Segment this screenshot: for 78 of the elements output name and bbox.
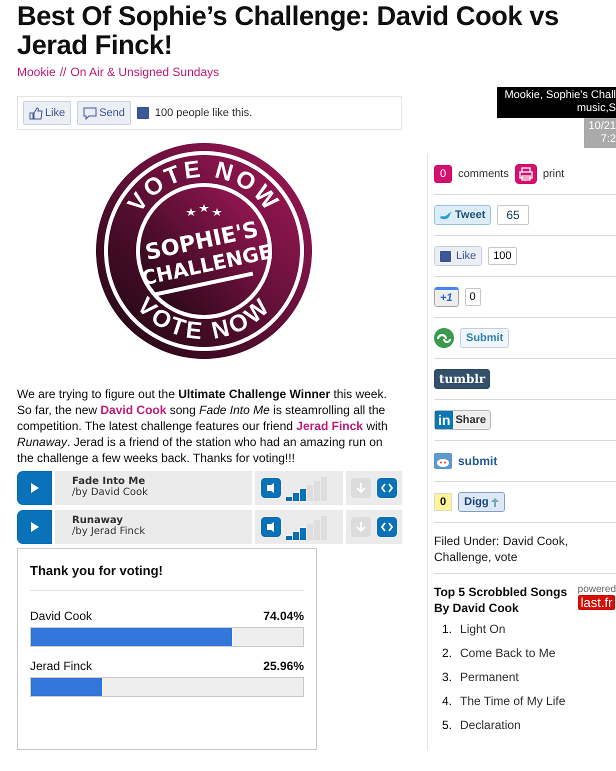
facebook-icon <box>136 107 149 119</box>
poll-heading: Thank you for voting! <box>30 563 304 591</box>
embed-button[interactable] <box>377 478 397 498</box>
comments-link[interactable]: comments <box>458 168 509 180</box>
date-stamp: 10/21 7:2 <box>584 118 616 148</box>
song-number: 5. <box>442 718 452 732</box>
tag-link[interactable]: David Cook, <box>502 534 568 548</box>
article-title: Best Of Sophie’s Challenge: David Cook vs Jerad Finck! <box>17 0 560 60</box>
alien-icon <box>434 453 452 469</box>
scrobbled-heading: Top 5 Scrobbled Songs By David Cook <box>434 584 568 616</box>
volume-meter[interactable] <box>286 475 327 501</box>
printer-icon[interactable] <box>514 164 537 184</box>
photo-caption: Mookie, Sophie's Chall music,S <box>497 87 616 118</box>
song-link[interactable]: Declaration <box>460 718 521 732</box>
like-count-text: 100 people like this. <box>154 107 252 119</box>
song-link[interactable]: Permanent <box>460 670 519 684</box>
byline-separator: // <box>60 65 66 79</box>
volume-meter[interactable] <box>286 514 327 540</box>
facebook-icon <box>440 250 451 262</box>
code-icon <box>381 522 393 532</box>
play-button[interactable] <box>17 471 52 505</box>
thumbs-up-icon <box>29 106 43 120</box>
comment-count-badge[interactable]: 0 <box>434 165 452 183</box>
plus-one-button[interactable]: +1 <box>434 287 459 307</box>
song-number: 4. <box>442 694 452 708</box>
category-link[interactable]: On Air & Unsigned Sundays <box>70 65 220 79</box>
down-arrow-icon <box>356 521 366 533</box>
play-icon <box>30 521 40 533</box>
code-icon <box>381 483 393 493</box>
tumblr-button[interactable]: tumblr <box>434 369 490 389</box>
speaker-icon <box>266 482 276 494</box>
like-button[interactable]: Like <box>23 101 72 125</box>
candidate-name: David Cook <box>30 609 92 623</box>
track-artist: /by Jerad Finck <box>72 526 146 537</box>
artist-link[interactable]: Jerad Finck <box>296 419 363 433</box>
up-arrow-icon <box>490 498 499 506</box>
author-link[interactable]: Mookie <box>17 65 56 79</box>
plus-one-count: 0 <box>464 288 481 306</box>
reddit-submit-link[interactable]: submit <box>458 454 498 468</box>
stumble-logo-icon <box>434 328 454 348</box>
tag-link[interactable]: Challenge, <box>434 550 492 564</box>
track-artist: /by David Cook <box>72 487 149 498</box>
speech-bubble-icon <box>83 106 98 120</box>
bird-icon <box>440 210 453 220</box>
digg-count: 0 <box>434 493 452 511</box>
vote-percentage: 25.96% <box>263 659 304 673</box>
digg-button[interactable]: Digg <box>458 492 505 512</box>
song-link[interactable]: Light On <box>460 622 506 636</box>
speaker-button[interactable] <box>261 478 281 498</box>
artist-link[interactable]: David Cook <box>100 403 166 417</box>
send-button[interactable]: Send <box>77 101 131 125</box>
candidate-name: Jerad Finck <box>30 659 92 673</box>
song-number: 3. <box>442 670 452 684</box>
play-button[interactable] <box>17 510 52 544</box>
song-number: 2. <box>442 646 452 660</box>
linkedin-share-button[interactable]: in Share <box>434 410 492 430</box>
speaker-icon <box>266 521 276 533</box>
song-link[interactable]: The Time of My Life <box>460 694 566 708</box>
submit-button[interactable]: Submit <box>460 328 510 348</box>
filed-under-text: Filed Under: David Cook, Challenge, vote <box>434 523 616 574</box>
tag-link[interactable]: vote <box>494 550 518 564</box>
embed-button[interactable] <box>377 517 397 537</box>
tweet-button[interactable]: Tweet <box>434 205 492 225</box>
tweet-count: 65 <box>497 205 529 225</box>
track-title: Fade Into Me <box>72 476 146 487</box>
play-icon <box>30 482 40 494</box>
vote-percentage: 74.04% <box>263 609 304 623</box>
service-logo: last.fr <box>578 595 616 610</box>
track-title: Runaway <box>72 515 124 526</box>
article-paragraph: We are trying to figure out the Ultimate Challenge Winner this week. So far, the new David Cook song Fade Into Me is steamrolling all the competition. The latest challenge features our friend Jerad Finck with Runaway. Jerad is a friend of the station who had an amazing run on the challenge a few weeks back. Thanks for voting!!! <box>17 386 389 466</box>
speaker-button[interactable] <box>261 517 281 537</box>
powered-by-text: powered <box>578 584 616 595</box>
down-arrow-icon <box>356 482 366 494</box>
song-link[interactable]: Come Back to Me <box>460 646 556 660</box>
like-count: 100 <box>488 247 517 265</box>
print-link[interactable]: print <box>542 168 564 180</box>
facebook-like-button[interactable]: Like <box>434 246 482 266</box>
song-number: 1. <box>442 622 452 636</box>
